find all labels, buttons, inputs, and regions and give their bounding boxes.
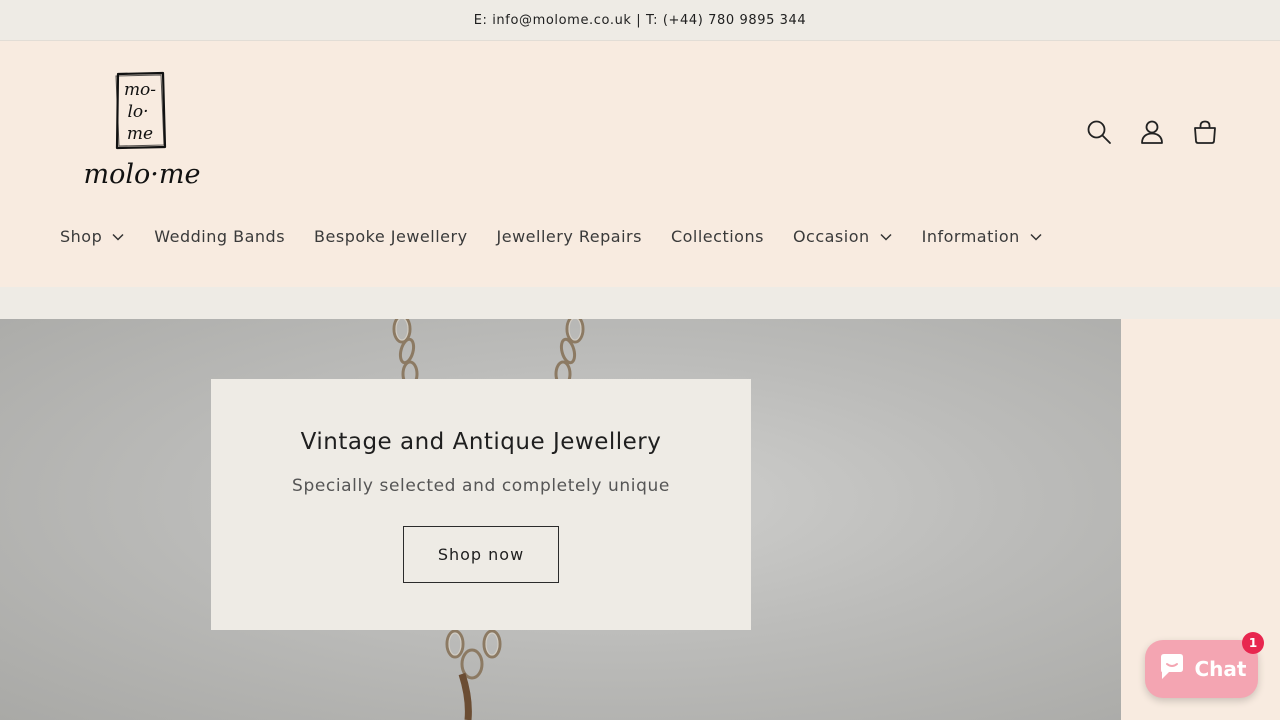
chat-icon <box>1157 652 1187 687</box>
nav-item-bespoke-jewellery[interactable]: Bespoke Jewellery <box>314 227 468 246</box>
nav-item-jewellery-repairs[interactable]: Jewellery Repairs <box>497 227 642 246</box>
hero-subtitle: Specially selected and completely unique <box>292 476 670 496</box>
chevron-down-icon <box>1030 233 1042 241</box>
nav-label: Shop <box>60 227 103 246</box>
nav-label: Wedding Bands <box>154 227 286 246</box>
search-icon[interactable] <box>1084 113 1114 151</box>
header-icons <box>1084 113 1220 151</box>
svg-text:molo·me: molo·me <box>84 159 201 190</box>
logo-mark: mo- lo· me molo·me <box>84 71 201 190</box>
site-header: mo- lo· me molo·me Shop Wedding Bands Be… <box>0 41 1280 287</box>
header-divider-stripe <box>0 287 1280 319</box>
nav-label: Bespoke Jewellery <box>314 227 468 246</box>
chat-label: Chat <box>1194 657 1247 681</box>
hero-title: Vintage and Antique Jewellery <box>300 429 662 455</box>
hero-banner: Vintage and Antique Jewellery Specially … <box>0 319 1121 720</box>
announcement-text: E: info@molome.co.uk | T: (+44) 780 9895… <box>473 12 807 28</box>
hero-card: Vintage and Antique Jewellery Specially … <box>211 379 751 630</box>
nav-item-occasion[interactable]: Occasion <box>793 227 892 246</box>
svg-text:lo·: lo· <box>127 102 148 122</box>
main-nav: Shop Wedding Bands Bespoke Jewellery Jew… <box>60 227 1072 246</box>
nav-label: Information <box>921 227 1020 246</box>
nav-label: Jewellery Repairs <box>496 227 642 246</box>
nav-item-information[interactable]: Information <box>922 227 1042 246</box>
chat-button[interactable]: Chat <box>1145 640 1258 698</box>
nav-label: Collections <box>670 227 764 246</box>
announcement-bar: E: info@molome.co.uk | T: (+44) 780 9895… <box>0 0 1280 41</box>
nav-item-collections[interactable]: Collections <box>671 227 764 246</box>
nav-item-shop[interactable]: Shop <box>60 227 124 246</box>
shop-now-button[interactable]: Shop now <box>403 526 559 583</box>
chat-notification-badge: 1 <box>1242 632 1264 654</box>
site-logo[interactable]: mo- lo· me molo·me <box>80 71 206 193</box>
svg-text:me: me <box>127 124 153 144</box>
chevron-down-icon <box>880 233 892 241</box>
account-icon[interactable] <box>1137 113 1167 151</box>
chevron-down-icon <box>112 233 124 241</box>
nav-label: Occasion <box>792 227 870 246</box>
cart-icon[interactable] <box>1190 113 1220 151</box>
svg-text:mo-: mo- <box>124 80 156 100</box>
nav-item-wedding-bands[interactable]: Wedding Bands <box>154 227 285 246</box>
